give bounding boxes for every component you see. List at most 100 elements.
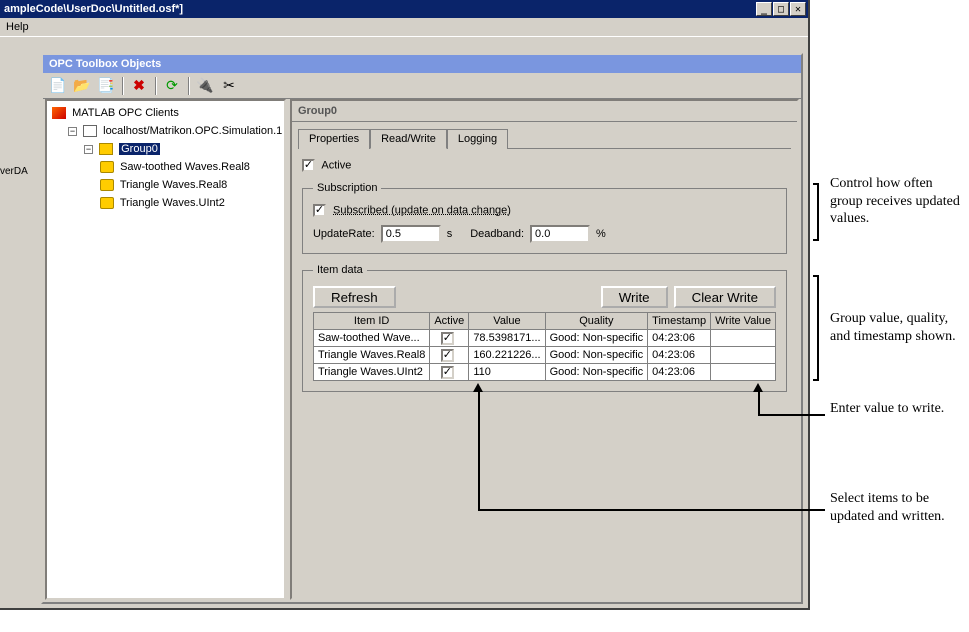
col-timestamp[interactable]: Timestamp — [648, 313, 711, 330]
outer-titlebar: ampleCode\UserDoc\Untitled.osf*] _ □ ✕ — [0, 0, 808, 18]
annotation-writevalue: Enter value to write. — [830, 400, 965, 418]
item-icon — [100, 197, 114, 209]
tree-item[interactable]: Triangle Waves.Real8 — [100, 176, 281, 194]
deadband-label: Deadband: — [470, 228, 524, 240]
tree-pane[interactable]: MATLAB OPC Clients − localhost/Matrikon.… — [45, 99, 286, 600]
cell-writevalue[interactable] — [711, 347, 776, 364]
tree-host-label: localhost/Matrikon.OPC.Simulation.1 — [103, 125, 282, 137]
inner-titlebar: OPC Toolbox Objects — [43, 55, 801, 73]
write-button[interactable]: Write — [601, 286, 668, 308]
cell-writevalue[interactable] — [711, 364, 776, 381]
expander-icon[interactable]: − — [68, 127, 77, 136]
table-row[interactable]: Triangle Waves.Real8✓160.221226...Good: … — [313, 347, 775, 364]
arrow-line — [758, 414, 825, 416]
arrow-line — [758, 390, 760, 415]
subscribed-label: Subscribed (update on data change) — [333, 204, 511, 216]
itemdata-group: Item data Refresh Write Clear Write Item… — [302, 264, 787, 392]
tab-readwrite[interactable]: Read/Write — [370, 129, 447, 149]
cell-active[interactable]: ✓ — [430, 347, 469, 364]
tree-item[interactable]: Saw-toothed Waves.Real8 — [100, 158, 281, 176]
tab-strip: Properties Read/Write Logging — [298, 128, 791, 148]
left-gutter-text: verDA — [0, 166, 28, 177]
active-label: Active — [321, 159, 351, 171]
matlab-icon — [52, 107, 66, 119]
tree-root[interactable]: MATLAB OPC Clients − localhost/Matrikon.… — [52, 104, 281, 212]
object-tree: MATLAB OPC Clients − localhost/Matrikon.… — [50, 104, 281, 212]
table-header-row: Item ID Active Value Quality Timestamp W… — [313, 313, 775, 330]
separator-icon — [122, 77, 123, 95]
active-checkbox-row: ✓ Active — [302, 159, 787, 172]
percent-label: % — [596, 228, 606, 240]
subscribed-checkbox[interactable]: ✓ — [313, 204, 326, 217]
cell-timestamp: 04:23:06 — [648, 347, 711, 364]
close-button[interactable]: ✕ — [790, 2, 806, 16]
cell-quality: Good: Non-specific — [545, 364, 648, 381]
tool-refresh-icon[interactable]: ⟳ — [161, 76, 183, 96]
col-quality[interactable]: Quality — [545, 313, 648, 330]
arrow-up-icon — [473, 383, 483, 392]
tab-logging[interactable]: Logging — [447, 129, 508, 149]
cell-timestamp: 04:23:06 — [648, 364, 711, 381]
table-row[interactable]: Triangle Waves.UInt2✓110Good: Non-specif… — [313, 364, 775, 381]
opc-toolbox-window: OPC Toolbox Objects 📄 📂 📑 ✖ ⟳ 🔌 ✂ MA — [41, 53, 803, 604]
outer-window-title: ampleCode\UserDoc\Untitled.osf*] — [4, 3, 756, 15]
seconds-label: s — [447, 228, 453, 240]
cell-quality: Good: Non-specific — [545, 347, 648, 364]
active-checkbox[interactable]: ✓ — [302, 159, 315, 172]
cell-writevalue[interactable] — [711, 330, 776, 347]
tree-item[interactable]: Triangle Waves.UInt2 — [100, 194, 281, 212]
expander-icon[interactable]: − — [84, 145, 93, 154]
tool-new-icon[interactable]: 📄 — [47, 76, 69, 96]
updaterate-label: UpdateRate: — [313, 228, 375, 240]
menu-help[interactable]: Help — [6, 18, 29, 36]
tree-item-label: Saw-toothed Waves.Real8 — [120, 161, 250, 173]
col-active[interactable]: Active — [430, 313, 469, 330]
outer-window: ampleCode\UserDoc\Untitled.osf*] _ □ ✕ H… — [0, 0, 810, 610]
tree-item-label: Triangle Waves.UInt2 — [120, 197, 225, 209]
detail-pane: Group0 Properties Read/Write Logging ✓ A… — [290, 99, 799, 600]
table-row[interactable]: Saw-toothed Wave...✓78.5398171...Good: N… — [313, 330, 775, 347]
item-icon — [100, 161, 114, 173]
tool-add-icon[interactable]: 📂 — [71, 76, 93, 96]
clear-write-button[interactable]: Clear Write — [674, 286, 776, 308]
deadband-input[interactable]: 0.0 — [530, 225, 590, 243]
cell-value: 160.221226... — [469, 347, 545, 364]
cell-itemid: Saw-toothed Wave... — [313, 330, 429, 347]
inner-title: OPC Toolbox Objects — [49, 58, 161, 70]
inner-toolbar: 📄 📂 📑 ✖ ⟳ 🔌 ✂ — [43, 73, 801, 99]
cell-value: 78.5398171... — [469, 330, 545, 347]
annotation-itemdata: Group value, quality, and timestamp show… — [830, 310, 965, 345]
tool-disconnect-icon[interactable]: ✂ — [218, 76, 240, 96]
tree-root-label: MATLAB OPC Clients — [72, 107, 179, 119]
updaterate-input[interactable]: 0.5 — [381, 225, 441, 243]
annotation-selectitems: Select items to be updated and written. — [830, 490, 965, 525]
tool-connect-icon[interactable]: 🔌 — [194, 76, 216, 96]
folder-icon — [99, 143, 113, 155]
cell-value: 110 — [469, 364, 545, 381]
tree-item-label: Triangle Waves.Real8 — [120, 179, 227, 191]
left-gutter: verDA — [0, 56, 36, 608]
tree-group[interactable]: − Group0 Saw-toothed Waves.Real8 — [84, 140, 281, 212]
separator-icon — [188, 77, 189, 95]
tab-properties[interactable]: Properties — [298, 129, 370, 149]
cell-timestamp: 04:23:06 — [648, 330, 711, 347]
cell-quality: Good: Non-specific — [545, 330, 648, 347]
itemdata-legend: Item data — [313, 264, 367, 276]
refresh-button[interactable]: Refresh — [313, 286, 396, 308]
separator-icon — [155, 77, 156, 95]
maximize-button[interactable]: □ — [773, 2, 789, 16]
col-value[interactable]: Value — [469, 313, 545, 330]
col-writevalue[interactable]: Write Value — [711, 313, 776, 330]
cell-active[interactable]: ✓ — [430, 364, 469, 381]
cell-itemid: Triangle Waves.UInt2 — [313, 364, 429, 381]
annotation-subscription: Control how often group receives updated… — [830, 175, 965, 228]
detail-header: Group0 — [292, 101, 797, 122]
cell-active[interactable]: ✓ — [430, 330, 469, 347]
col-itemid[interactable]: Item ID — [313, 313, 429, 330]
tool-delete-icon[interactable]: ✖ — [128, 76, 150, 96]
minimize-button[interactable]: _ — [756, 2, 772, 16]
tool-additem-icon[interactable]: 📑 — [95, 76, 117, 96]
menu-bar: Help — [0, 18, 808, 36]
bracket-icon — [813, 275, 819, 381]
tree-host[interactable]: − localhost/Matrikon.OPC.Simulation.1 − … — [68, 122, 281, 212]
